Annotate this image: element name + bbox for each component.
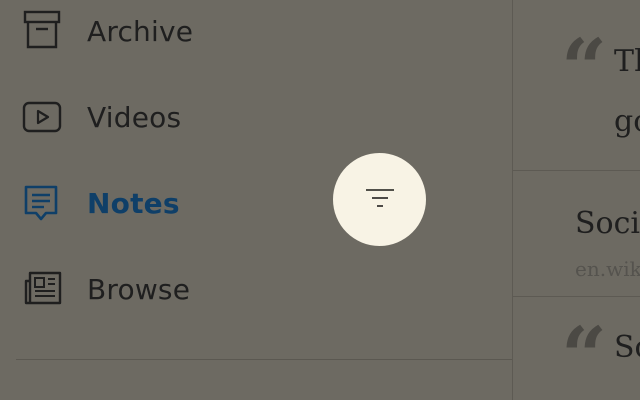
- link-title: Soci: [575, 206, 640, 241]
- nav-item-label: Notes: [87, 186, 180, 220]
- nav-item-archive[interactable]: Archive: [0, 1, 512, 61]
- quote-icon: “: [561, 21, 608, 115]
- nav-item-label: Videos: [87, 100, 182, 134]
- nav-item-videos[interactable]: Videos: [0, 87, 512, 147]
- quote-text-line: go: [614, 104, 640, 139]
- nav-item-label: Archive: [87, 14, 194, 48]
- navigation-drawer: Archive Videos Notes Browse: [0, 0, 512, 400]
- card-divider: [513, 170, 640, 171]
- link-source: en.wik: [575, 257, 640, 281]
- newspaper-icon: [20, 267, 64, 311]
- quote-icon: “: [561, 309, 608, 400]
- card-divider: [513, 296, 640, 297]
- video-icon: [20, 95, 64, 139]
- nav-item-notes[interactable]: Notes: [0, 173, 512, 233]
- nav-item-browse[interactable]: Browse: [0, 259, 512, 319]
- filter-icon: [364, 182, 396, 218]
- filter-button[interactable]: [333, 153, 426, 246]
- nav-item-label: Browse: [87, 272, 191, 306]
- notes-icon: [20, 181, 64, 225]
- drawer-divider: [16, 359, 512, 360]
- archive-icon: [20, 9, 64, 53]
- content-list: “ Th go Soci en.wik “ So: [513, 0, 640, 400]
- quote-text-line: So: [614, 330, 640, 365]
- quote-text-line: Th: [614, 44, 640, 79]
